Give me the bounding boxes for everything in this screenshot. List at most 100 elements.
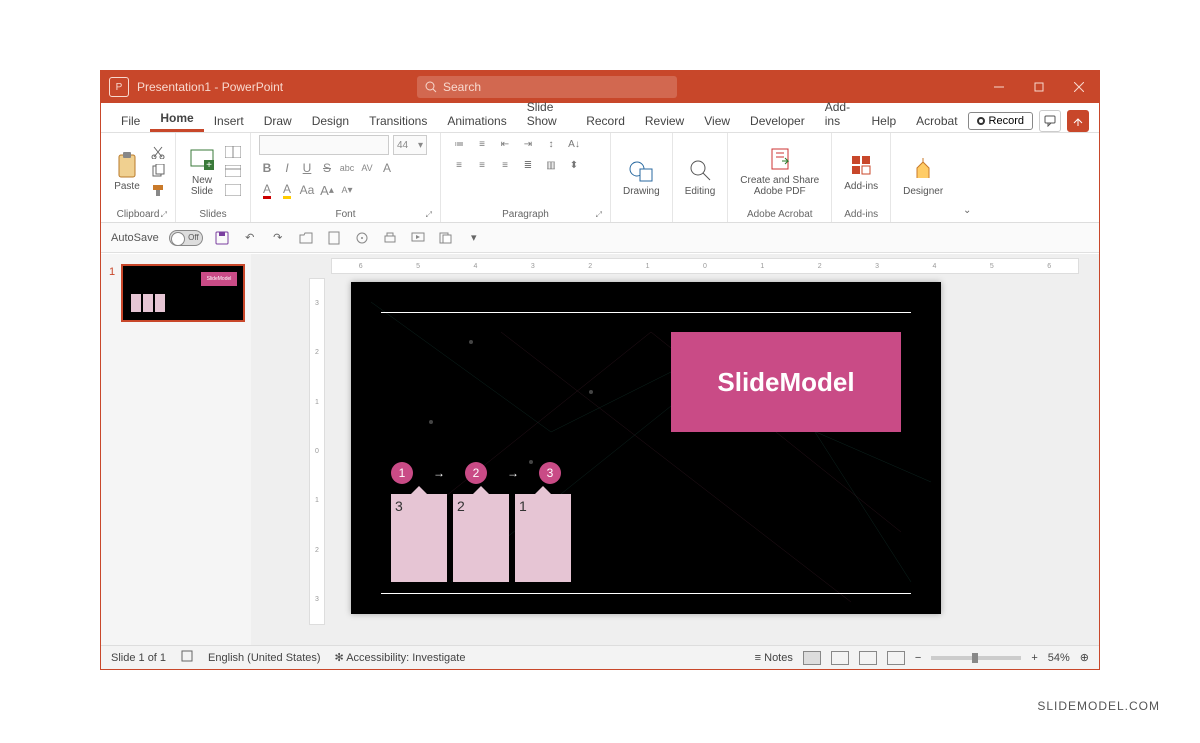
line-spacing-button[interactable]: ↕ — [541, 135, 561, 153]
indent-inc-button[interactable]: ⇥ — [518, 135, 538, 153]
maximize-button[interactable] — [1019, 71, 1059, 103]
zoom-slider[interactable] — [931, 656, 1021, 660]
tab-file[interactable]: File — [111, 108, 150, 132]
font-size-select[interactable]: 44▾ — [393, 135, 427, 155]
new-slide-button[interactable]: + New Slide — [184, 143, 220, 199]
dialog-launcher-icon[interactable]: ⤢ — [596, 210, 602, 220]
spacing-button[interactable]: AV — [359, 159, 375, 177]
tab-view[interactable]: View — [694, 108, 740, 132]
numbering-button[interactable]: ≡ — [472, 135, 492, 153]
accessibility-status[interactable]: ✻ Accessibility: Investigate — [335, 651, 466, 664]
tab-acrobat[interactable]: Acrobat — [906, 108, 967, 132]
open-icon[interactable] — [297, 229, 315, 247]
print-icon[interactable] — [381, 229, 399, 247]
tab-help[interactable]: Help — [861, 108, 906, 132]
justify-button[interactable]: ≣ — [518, 156, 538, 174]
shadow-button[interactable]: abc — [339, 159, 355, 177]
underline-button[interactable]: U — [299, 159, 315, 177]
tab-home[interactable]: Home — [150, 105, 203, 132]
align-right-button[interactable]: ≡ — [495, 156, 515, 174]
cut-icon[interactable] — [149, 144, 167, 160]
section-icon[interactable] — [224, 182, 242, 198]
font-color-button[interactable]: A — [259, 181, 275, 199]
copy-icon[interactable] — [149, 163, 167, 179]
step-circles[interactable]: 1→ 2→ 3 — [391, 462, 561, 484]
editing-button[interactable]: Editing — [681, 154, 720, 199]
reading-view-icon[interactable] — [859, 651, 877, 665]
comments-button[interactable] — [1039, 110, 1061, 132]
new-icon[interactable] — [325, 229, 343, 247]
drawing-button[interactable]: Drawing — [619, 154, 664, 199]
qat-dropdown-icon[interactable]: ▾ — [465, 229, 483, 247]
fit-window-icon[interactable]: ⊕ — [1080, 651, 1089, 664]
autosave-toggle[interactable]: Off — [169, 230, 203, 246]
change-case-button[interactable]: Aa — [299, 181, 315, 199]
font-family-select[interactable] — [259, 135, 389, 155]
normal-view-icon[interactable] — [803, 651, 821, 665]
title-shape[interactable]: SlideModel — [671, 332, 901, 432]
strike-button[interactable]: S — [319, 159, 335, 177]
bold-button[interactable]: B — [259, 159, 275, 177]
tab-developer[interactable]: Developer — [740, 108, 815, 132]
adobe-pdf-button[interactable]: Create and Share Adobe PDF — [736, 143, 823, 199]
group-slides: + New Slide Slides — [176, 133, 251, 222]
slide-canvas[interactable]: SlideModel 1→ 2→ 3 3 2 1 — [351, 282, 941, 614]
slide-counter[interactable]: Slide 1 of 1 — [111, 652, 166, 664]
align-left-button[interactable]: ≡ — [449, 156, 469, 174]
zoom-out-button[interactable]: − — [915, 652, 921, 664]
zoom-in-button[interactable]: + — [1031, 652, 1037, 664]
tab-review[interactable]: Review — [635, 108, 694, 132]
slideshow-view-icon[interactable] — [887, 651, 905, 665]
layout-icon[interactable] — [224, 144, 242, 160]
clear-format-button[interactable]: A — [379, 159, 395, 177]
vertical-ruler[interactable]: 3210123 — [309, 278, 325, 625]
redo-icon[interactable]: ↷ — [269, 229, 287, 247]
ribbon-collapse-button[interactable]: ⌄ — [955, 133, 979, 222]
columns-button[interactable]: ▥ — [541, 156, 561, 174]
record-button[interactable]: Record — [968, 112, 1033, 130]
indent-dec-button[interactable]: ⇤ — [495, 135, 515, 153]
tab-transitions[interactable]: Transitions — [359, 108, 437, 132]
app-icon: P — [109, 77, 129, 97]
bullets-button[interactable]: ≔ — [449, 135, 469, 153]
undo-icon[interactable]: ↶ — [241, 229, 259, 247]
dialog-launcher-icon[interactable]: ⤢ — [161, 210, 167, 220]
tab-animations[interactable]: Animations — [437, 108, 516, 132]
tab-record[interactable]: Record — [576, 108, 635, 132]
tab-addins[interactable]: Add-ins — [815, 94, 862, 132]
more-icon[interactable] — [437, 229, 455, 247]
sorter-view-icon[interactable] — [831, 651, 849, 665]
tab-design[interactable]: Design — [302, 108, 359, 132]
notes-button[interactable]: ≡ Notes — [755, 652, 793, 664]
designer-button[interactable]: Designer — [899, 154, 947, 199]
spell-check-icon[interactable] — [180, 649, 194, 666]
paste-button[interactable]: Paste — [109, 149, 145, 194]
touch-mode-icon[interactable] — [353, 229, 371, 247]
tab-insert[interactable]: Insert — [204, 108, 254, 132]
italic-button[interactable]: I — [279, 159, 295, 177]
align-text-button[interactable]: ⬍ — [564, 156, 584, 174]
zoom-level[interactable]: 54% — [1048, 652, 1070, 664]
language-status[interactable]: English (United States) — [208, 652, 321, 664]
addins-button[interactable]: Add-ins — [840, 149, 882, 194]
group-font: 44▾ B I U S abc AV A A A Aa A▴ A▾ — [251, 133, 441, 222]
close-button[interactable] — [1059, 71, 1099, 103]
text-direction-button[interactable]: A↓ — [564, 135, 584, 153]
tab-slideshow[interactable]: Slide Show — [517, 94, 576, 132]
reset-icon[interactable] — [224, 163, 242, 179]
save-icon[interactable] — [213, 229, 231, 247]
shrink-font-button[interactable]: A▾ — [339, 181, 355, 199]
align-center-button[interactable]: ≡ — [472, 156, 492, 174]
slide-thumbnail[interactable]: 1 SlideModel — [121, 264, 245, 322]
dialog-launcher-icon[interactable]: ⤢ — [426, 210, 432, 220]
highlight-button[interactable]: A — [279, 181, 295, 199]
search-placeholder: Search — [443, 80, 481, 94]
format-painter-icon[interactable] — [149, 182, 167, 198]
share-button[interactable] — [1067, 110, 1089, 132]
grow-font-button[interactable]: A▴ — [319, 181, 335, 199]
card-shapes[interactable]: 3 2 1 — [391, 494, 571, 582]
horizontal-ruler[interactable]: 6543210123456 — [331, 258, 1079, 274]
tab-draw[interactable]: Draw — [254, 108, 302, 132]
from-beginning-icon[interactable] — [409, 229, 427, 247]
minimize-button[interactable] — [979, 71, 1019, 103]
